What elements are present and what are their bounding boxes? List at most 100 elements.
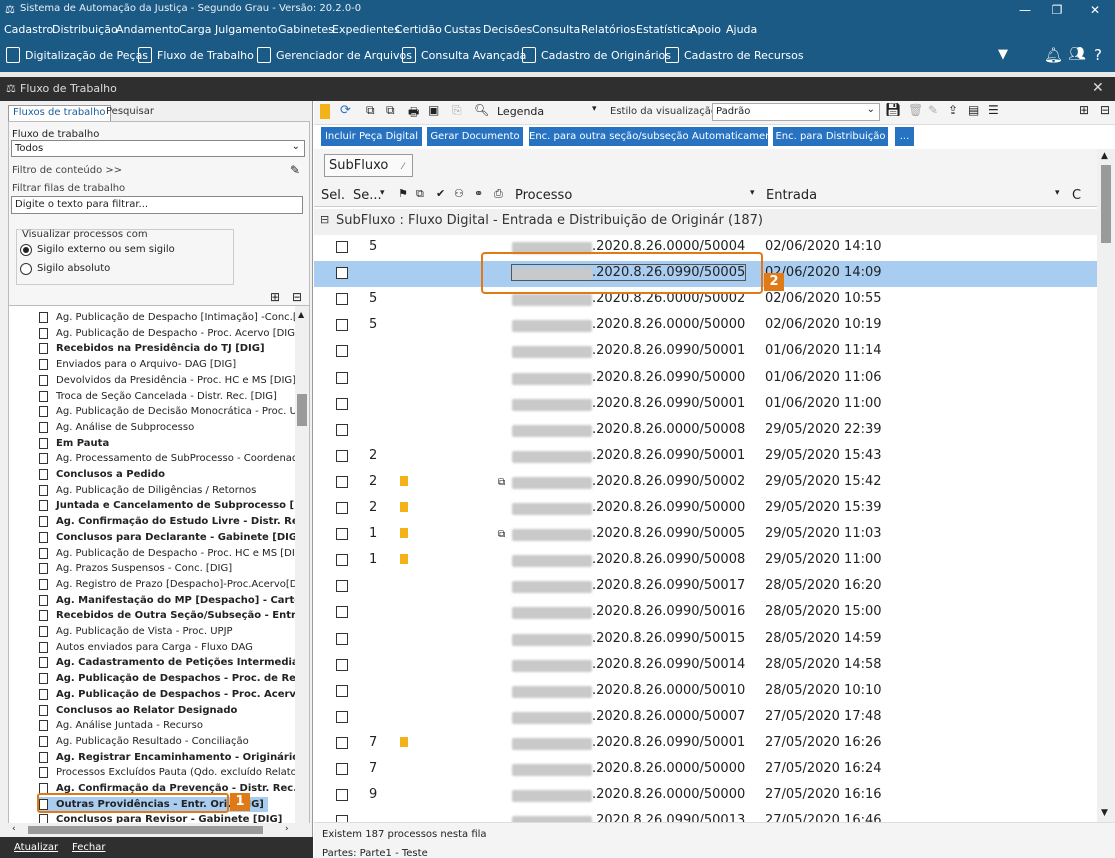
close-window-button[interactable]: ✕ <box>1080 0 1110 20</box>
menu-relatorios[interactable]: Relatórios <box>581 23 636 36</box>
radio-sigilo-externo[interactable] <box>20 244 32 256</box>
tree-item[interactable]: Ag. Confirmação do Estudo Livre - Distr.… <box>39 514 309 529</box>
tree-item[interactable]: Conclusos para Declarante - Gabinete [DI… <box>39 530 302 545</box>
restore-button[interactable]: ❐ <box>1042 0 1072 20</box>
enc-distribuicao-button[interactable]: Enc. para Distribuição <box>773 127 888 146</box>
row-checkbox[interactable] <box>336 580 348 593</box>
col-se-dropdown-icon[interactable]: ▾ <box>380 188 385 198</box>
duplicate-icon[interactable]: ⧉ <box>386 103 395 118</box>
bookmark-icon[interactable] <box>320 104 330 119</box>
grid-scroll-up-icon[interactable]: ▲ <box>1101 151 1108 161</box>
menu-decisoes[interactable]: Decisões <box>483 23 532 36</box>
row-checkbox[interactable] <box>336 267 348 280</box>
table-row[interactable]: 9 .2020.8.26.0000/50000 27/05/2020 16:16 <box>314 783 1097 809</box>
menu-ajuda[interactable]: Ajuda <box>726 23 757 36</box>
refresh-icon[interactable]: ⟳ <box>340 103 351 118</box>
menu-andamento[interactable]: Andamento <box>116 23 180 36</box>
tree-item[interactable]: Conclusos ao Relator Designado <box>39 703 237 718</box>
tree-item[interactable]: Ag. Publicação de Diligências / Retornos <box>39 483 256 498</box>
row-checkbox[interactable] <box>336 658 348 671</box>
col-check-icon[interactable]: ✔ <box>436 187 445 200</box>
tree-item[interactable]: Recebidos na Presidência do TJ [DIG] <box>39 341 265 356</box>
scroll-up-icon[interactable]: ▲ <box>298 310 304 319</box>
menu-consulta[interactable]: Consulta <box>532 23 580 36</box>
menu-apoio[interactable]: Apoio <box>690 23 721 36</box>
row-checkbox[interactable] <box>336 345 348 358</box>
search-doc-icon[interactable]: 🔍︎ <box>474 103 489 117</box>
row-checkbox[interactable] <box>336 763 348 775</box>
table-row[interactable]: .2020.8.26.0990/50014 28/05/2020 14:58 <box>314 653 1097 679</box>
menu-estatistica[interactable]: Estatística <box>636 23 693 36</box>
tree-item[interactable]: Ag. Prazos Suspensos - Conc. [DIG] <box>39 561 232 576</box>
export-icon[interactable]: ⇪ <box>948 103 958 117</box>
tree-item[interactable]: Autos enviados para Carga - Fluxo DAG <box>39 640 253 655</box>
legenda-dropdown[interactable]: Legenda <box>497 105 544 118</box>
col-link-icon[interactable]: ⚭ <box>474 187 483 200</box>
table-row[interactable]: .2020.8.26.0990/50016 28/05/2020 15:00 <box>314 600 1097 626</box>
tree-item[interactable]: Ag. Processamento de SubProcesso - Coord… <box>39 451 309 466</box>
row-checkbox[interactable] <box>336 684 348 697</box>
tree-item[interactable]: Ag. Publicação de Decisão Monocrática - … <box>39 404 309 419</box>
tree-item[interactable]: Em Pauta <box>39 436 109 451</box>
col-c[interactable]: C <box>1072 188 1081 203</box>
table-row[interactable]: .2020.8.26.0990/50015 28/05/2020 14:59 <box>314 627 1097 653</box>
col-doc-icon[interactable]: ⎙ <box>494 187 503 201</box>
users-icon[interactable]: 👥︎ <box>1068 46 1086 62</box>
save-icon[interactable]: 💾︎ <box>885 103 902 118</box>
table-row[interactable]: 2 .2020.8.26.0990/50000 29/05/2020 15:39 <box>314 496 1097 522</box>
toolbar-recursos[interactable]: Cadastro de Recursos <box>665 47 804 63</box>
table-row[interactable]: 1 .2020.8.26.0990/50008 29/05/2020 11:00 <box>314 548 1097 574</box>
more-actions-button[interactable]: ... <box>895 127 914 146</box>
table-row[interactable]: .2020.8.26.0000/50010 28/05/2020 10:10 <box>314 679 1097 705</box>
row-checkbox[interactable] <box>336 632 348 645</box>
menu-cadastro[interactable]: Cadastro <box>4 23 53 36</box>
grid-scroll-down-icon[interactable]: ▼ <box>1101 808 1108 818</box>
filtro-conteudo-link[interactable]: Filtro de conteúdo >> <box>12 165 122 176</box>
tree-hscrollbar[interactable]: ‹ › <box>8 823 310 837</box>
menu-distribuicao[interactable]: Distribuição <box>52 23 118 36</box>
menu-certidao[interactable]: Certidão <box>395 23 442 36</box>
row-checkbox[interactable] <box>336 319 348 332</box>
tree-scroll-thumb[interactable] <box>297 394 307 426</box>
copy-icon[interactable]: ⧉ <box>366 103 375 118</box>
table-row[interactable]: .2020.8.26.0990/50013 27/05/2020 16:46 <box>314 809 1097 822</box>
fluxo-select[interactable]: Todos ⌄ <box>11 140 305 157</box>
col-processo-dropdown-icon[interactable]: ▾ <box>750 188 755 198</box>
fechar-button[interactable]: Fechar <box>72 842 105 853</box>
row-checkbox[interactable] <box>336 397 348 410</box>
toolbar-gerenciador[interactable]: Gerenciador de Arquivos <box>257 47 412 63</box>
group-row[interactable]: ⊟ SubFluxo : Fluxo Digital - Entrada e D… <box>314 209 1097 235</box>
tree-item[interactable]: Ag. Registrar Encaminhamento - Originári… <box>39 750 305 765</box>
table-row[interactable]: .2020.8.26.0000/50008 29/05/2020 22:39 <box>314 418 1097 444</box>
scroll-right-icon[interactable]: › <box>285 824 289 834</box>
col-copy-icon[interactable]: ⧉ <box>416 187 424 201</box>
brush-icon[interactable]: ✎ <box>290 163 300 177</box>
collapse-all-icon[interactable]: ⊟ <box>1100 103 1110 117</box>
col-flag-icon[interactable]: ⚑ <box>398 187 408 200</box>
expand-tree-icon[interactable]: ⊞ <box>270 290 280 304</box>
menu-expedientes[interactable]: Expedientes <box>332 23 400 36</box>
row-checkbox[interactable] <box>336 371 348 384</box>
table-row[interactable]: 7 .2020.8.26.0000/50000 27/05/2020 16:24 <box>314 757 1097 783</box>
gerar-documento-button[interactable]: Gerar Documento <box>427 127 523 146</box>
menu-gabinetes[interactable]: Gabinetes <box>278 23 334 36</box>
grid-scroll-thumb[interactable] <box>1101 165 1111 243</box>
tree-item[interactable]: Juntada e Cancelamento de Subprocesso [D… <box>39 498 309 513</box>
tree-item[interactable]: Conclusos a Pedido <box>39 467 165 482</box>
tree-item[interactable]: Ag. Publicação de Despacho [Intimação] -… <box>39 310 309 325</box>
table-row[interactable]: 7 .2020.8.26.0990/50001 27/05/2020 16:26 <box>314 731 1097 757</box>
menu-custas[interactable]: Custas <box>444 23 481 36</box>
row-checkbox[interactable] <box>336 789 348 802</box>
print-icon[interactable]: 🖶︎ <box>408 103 419 124</box>
collapse-tree-icon[interactable]: ⊟ <box>292 290 302 304</box>
tree-item[interactable]: Ag. Análise Juntada - Recurso <box>39 718 203 733</box>
legenda-arrow-icon[interactable]: ▾ <box>592 104 597 114</box>
expand-all-icon[interactable]: ⊞ <box>1079 103 1089 117</box>
scroll-left-icon[interactable]: ‹ <box>12 824 16 834</box>
row-checkbox[interactable] <box>336 528 348 541</box>
col-sel[interactable]: Sel. <box>321 188 345 203</box>
tree-item[interactable]: Ag. Publicação de Despacho - Proc. HC e … <box>39 546 306 561</box>
group-collapse-icon[interactable]: ⊟ <box>320 213 329 226</box>
row-checkbox[interactable] <box>336 736 348 749</box>
tree-item[interactable]: Ag. Publicação Resultado - Conciliação <box>39 734 249 749</box>
